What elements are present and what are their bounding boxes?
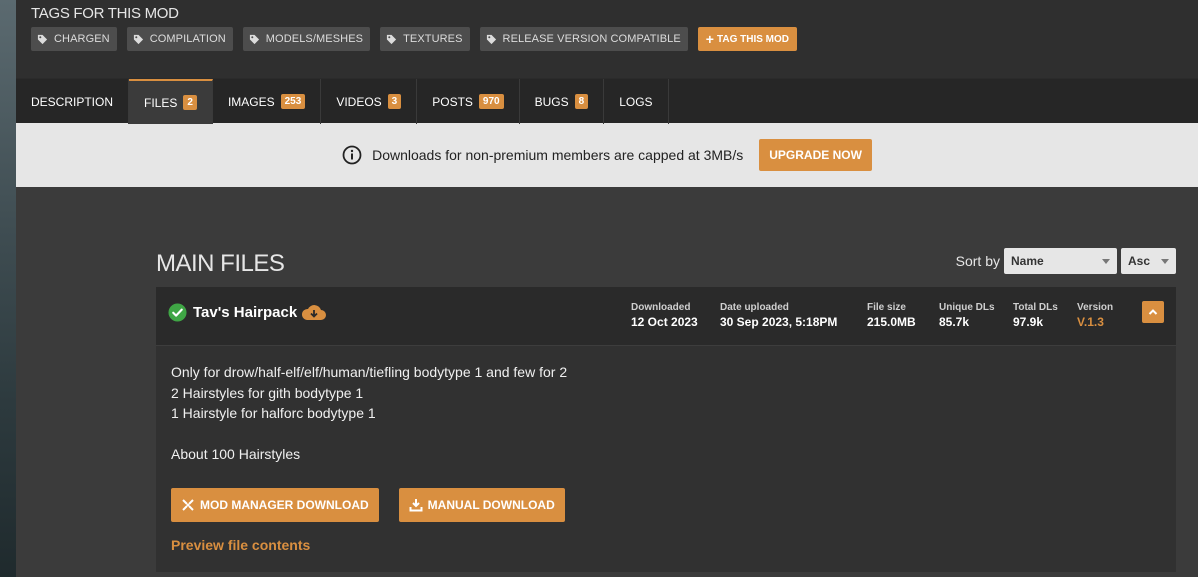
tab-label: BUGS <box>534 94 569 109</box>
tab-logs[interactable]: LOGS <box>604 79 669 124</box>
meta-total-dls: Total DLs 97.9k <box>1013 302 1058 329</box>
tab-videos[interactable]: VIDEOS 3 <box>321 79 418 124</box>
tab-count-badge: 8 <box>574 94 589 109</box>
tag-models-meshes[interactable]: MODELS/MESHES <box>242 27 371 51</box>
sort-label: Sort by <box>955 253 1000 269</box>
tab-bugs[interactable]: BUGS 8 <box>520 79 605 124</box>
files-header: MAIN FILES Sort by Name Asc <box>156 246 1176 287</box>
info-icon <box>342 145 362 165</box>
plus-icon: + <box>705 31 714 47</box>
mod-manager-download-label: MOD MANAGER DOWNLOAD <box>200 498 369 512</box>
tab-description[interactable]: DESCRIPTION <box>16 79 130 124</box>
meta-label: File size <box>867 302 906 313</box>
meta-file-size: File size 215.0MB <box>867 302 916 329</box>
download-speed-notice: Downloads for non-premium members are ca… <box>16 123 1198 187</box>
meta-value: 97.9k <box>1013 315 1044 329</box>
meta-label: Downloaded <box>631 302 691 313</box>
file-header[interactable]: Tav's Hairpack Downloaded 12 Oct 2023 Da… <box>156 287 1176 346</box>
tab-label: LOGS <box>619 94 653 109</box>
tab-label: POSTS <box>432 94 473 109</box>
main-files-title: MAIN FILES <box>156 250 285 277</box>
manual-download-label: MANUAL DOWNLOAD <box>427 498 555 512</box>
tag-release-version-compatible[interactable]: RELEASE VERSION COMPATIBLE <box>479 27 688 51</box>
description-line: 1 Hairstyle for halforc bodytype 1 <box>171 405 376 421</box>
meta-label: Version <box>1077 302 1114 313</box>
meta-value: V.1.3 <box>1077 315 1104 329</box>
sort-order-value: Asc <box>1128 254 1151 268</box>
tab-label: FILES <box>144 95 178 110</box>
tag-icon <box>386 34 397 44</box>
tab-images[interactable]: IMAGES 253 <box>213 79 322 124</box>
tag-chargen[interactable]: CHARGEN <box>31 27 117 51</box>
tags-title: TAGS FOR THIS MOD <box>31 5 179 22</box>
meta-value: 12 Oct 2023 <box>631 315 698 329</box>
file-card: Tav's Hairpack Downloaded 12 Oct 2023 Da… <box>156 287 1176 572</box>
chevron-down-icon <box>1161 258 1169 264</box>
tag-label: CHARGEN <box>54 33 110 45</box>
tab-posts[interactable]: POSTS 970 <box>417 79 520 124</box>
mod-tabs: DESCRIPTION FILES 2 IMAGES 253 VIDEOS 3 … <box>16 78 1198 124</box>
sort-controls: Sort by Name Asc <box>956 248 1176 274</box>
tab-count-badge: 253 <box>280 94 306 109</box>
sort-field-select[interactable]: Name <box>1004 248 1117 274</box>
tag-textures[interactable]: TEXTURES <box>380 27 470 51</box>
file-title-wrap: Tav's Hairpack <box>168 303 327 322</box>
cloud-download-icon <box>302 304 327 320</box>
tags-row: CHARGEN COMPILATION MODELS/MESHES TEXTUR… <box>31 27 1198 51</box>
tag-this-mod-button[interactable]: + TAG THIS MOD <box>697 27 798 51</box>
mod-manager-download-button[interactable]: MOD MANAGER DOWNLOAD <box>171 488 379 522</box>
collapse-file-button[interactable] <box>1142 301 1164 323</box>
notice-text: Downloads for non-premium members are ca… <box>372 147 744 163</box>
description-blank-line <box>171 424 1161 445</box>
preview-file-contents-link[interactable]: Preview file contents <box>171 537 310 553</box>
meta-label: Unique DLs <box>939 302 995 313</box>
sort-order-select[interactable]: Asc <box>1121 248 1176 274</box>
tag-this-mod-label: TAG THIS MOD <box>716 33 790 45</box>
meta-unique-dls: Unique DLs 85.7k <box>939 302 995 329</box>
chevron-up-icon <box>1148 309 1158 315</box>
meta-value: 215.0MB <box>867 315 916 329</box>
tab-count-badge: 970 <box>478 94 504 109</box>
description-line: Only for drow/half-elf/elf/human/tieflin… <box>171 364 568 380</box>
tag-label: RELEASE VERSION COMPATIBLE <box>502 33 681 45</box>
tag-compilation[interactable]: COMPILATION <box>126 27 233 51</box>
meta-date-uploaded: Date uploaded 30 Sep 2023, 5:18PM <box>720 302 837 329</box>
tag-icon <box>486 34 496 44</box>
tab-count-badge: 2 <box>183 95 197 110</box>
description-line: 2 Hairstyles for gith bodytype 1 <box>171 384 364 401</box>
file-name: Tav's Hairpack <box>193 304 298 321</box>
tab-label: DESCRIPTION <box>31 94 114 109</box>
main-files-section: MAIN FILES Sort by Name Asc Tav's Hairpa… <box>156 246 1176 572</box>
download-icon <box>409 499 423 512</box>
tag-label: MODELS/MESHES <box>265 33 364 45</box>
meta-downloaded: Downloaded 12 Oct 2023 <box>631 302 698 329</box>
download-buttons: MOD MANAGER DOWNLOAD MANUAL DOWNLOAD <box>171 488 565 522</box>
sort-field-value: Name <box>1011 254 1044 268</box>
tag-icon <box>133 34 143 44</box>
meta-label: Date uploaded <box>720 302 789 313</box>
tab-label: VIDEOS <box>336 94 382 109</box>
tab-label: IMAGES <box>227 94 275 109</box>
tag-label: TEXTURES <box>403 33 463 45</box>
meta-value: 30 Sep 2023, 5:18PM <box>720 315 838 329</box>
check-circle-icon <box>168 303 187 322</box>
tab-files[interactable]: FILES 2 <box>129 79 213 124</box>
tag-label: COMPILATION <box>149 33 226 45</box>
tags-section: TAGS FOR THIS MOD CHARGEN COMPILATION MO… <box>16 0 1198 78</box>
tab-count-badge: 3 <box>387 94 402 109</box>
meta-version: Version V.1.3 <box>1077 302 1113 329</box>
description-line: About 100 Hairstyles <box>171 446 301 462</box>
mod-page: TAGS FOR THIS MOD CHARGEN COMPILATION MO… <box>16 0 1198 577</box>
tag-icon <box>37 34 48 44</box>
chevron-down-icon <box>1102 258 1110 264</box>
meta-value: 85.7k <box>939 315 970 329</box>
mod-manager-icon <box>182 499 194 511</box>
background-strip <box>0 0 16 577</box>
upgrade-now-button[interactable]: UPGRADE NOW <box>759 139 872 171</box>
tag-icon <box>249 34 259 44</box>
file-description: Only for drow/half-elf/elf/human/tieflin… <box>156 346 1176 572</box>
manual-download-button[interactable]: MANUAL DOWNLOAD <box>398 488 565 522</box>
meta-label: Total DLs <box>1013 302 1058 313</box>
